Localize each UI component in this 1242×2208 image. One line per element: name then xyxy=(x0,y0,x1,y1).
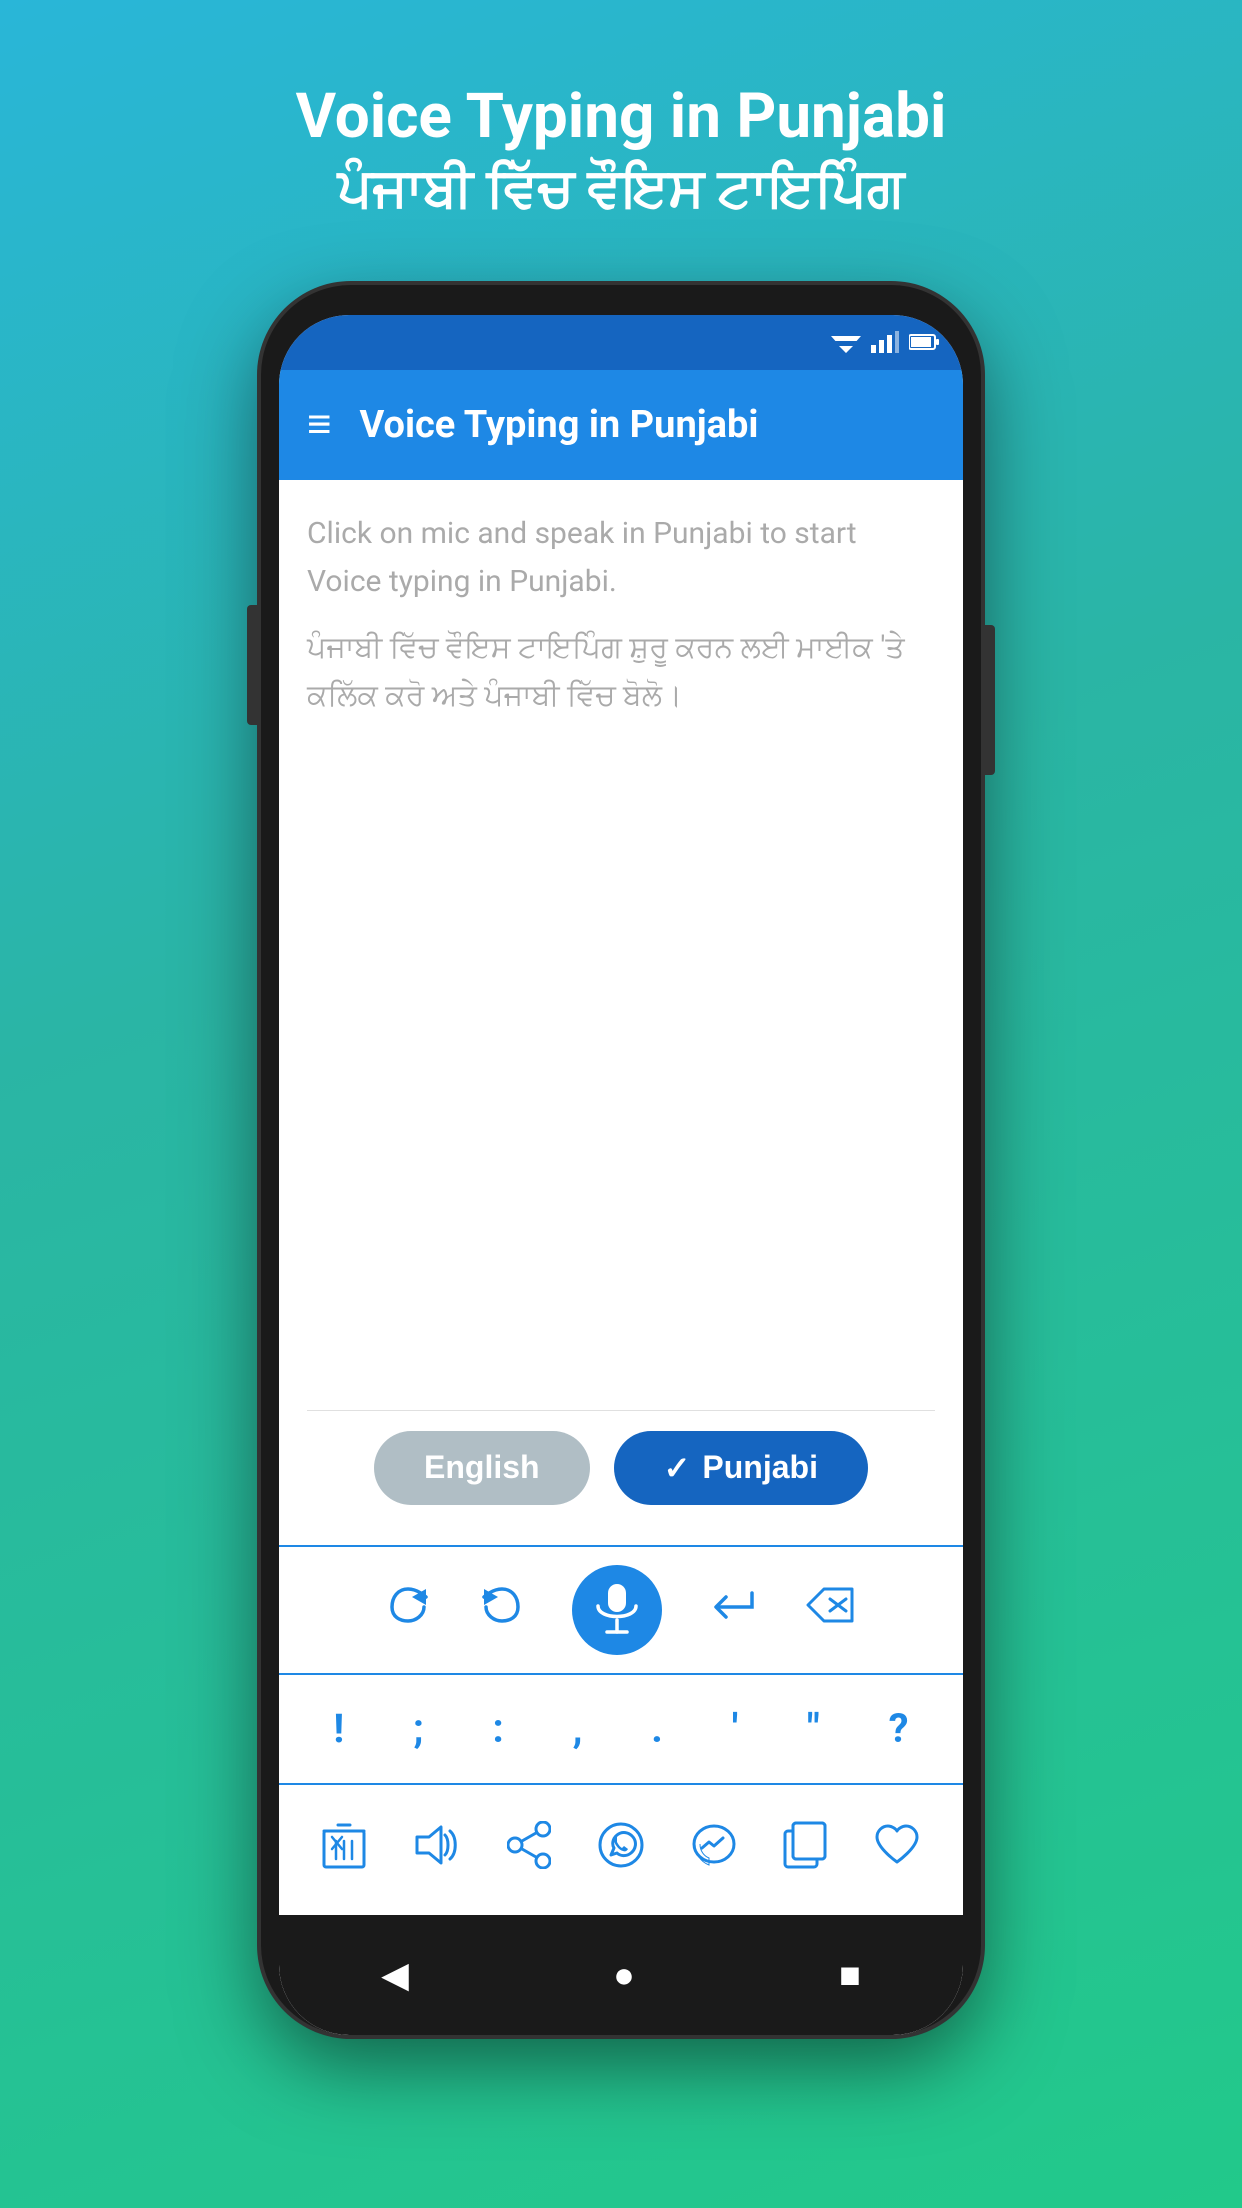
mic-icon xyxy=(594,1582,640,1638)
delete-button[interactable] xyxy=(312,1811,376,1889)
undo-icon xyxy=(480,1587,522,1623)
copy-button[interactable] xyxy=(773,1811,837,1889)
menu-icon[interactable]: ≡ xyxy=(307,404,332,446)
copy-icon xyxy=(783,1821,827,1869)
battery-icon xyxy=(909,333,939,351)
mic-row xyxy=(279,1545,963,1675)
whatsapp-button[interactable] xyxy=(588,1812,654,1888)
mic-button[interactable] xyxy=(572,1565,662,1655)
backspace-button[interactable] xyxy=(806,1587,854,1633)
placeholder-english: Click on mic and speak in Punjabi to sta… xyxy=(307,510,935,606)
return-icon xyxy=(712,1587,756,1623)
messenger-icon xyxy=(691,1822,737,1868)
recent-button[interactable]: ■ xyxy=(829,1944,871,2006)
punjabi-language-button[interactable]: ✓ Punjabi xyxy=(614,1431,868,1505)
redo-button[interactable] xyxy=(388,1587,430,1633)
home-button[interactable]: ● xyxy=(603,1944,645,2006)
messenger-button[interactable] xyxy=(681,1812,747,1888)
redo-icon xyxy=(388,1587,430,1623)
wifi-icon xyxy=(831,331,861,353)
punct-question[interactable]: ? xyxy=(879,1695,919,1762)
app-bar-title: Voice Typing in Punjabi xyxy=(360,403,759,447)
app-title-punjabi: ਪੰਜਾਬੀ ਵਿੱਚ ਵੌਇਸ ਟਾਇਪਿੰਗ xyxy=(296,154,947,224)
trash-icon xyxy=(322,1821,366,1869)
nav-bar: ◀ ● ■ xyxy=(279,1915,963,2035)
share-button[interactable] xyxy=(497,1811,561,1889)
language-buttons: English ✓ Punjabi xyxy=(307,1410,935,1525)
phone-shell: ≡ Voice Typing in Punjabi Click on mic a… xyxy=(261,285,981,2035)
back-button[interactable]: ◀ xyxy=(371,1944,419,2006)
backspace-icon xyxy=(806,1587,854,1623)
share-icon xyxy=(507,1821,551,1869)
heart-icon xyxy=(874,1824,920,1866)
punjabi-label: Punjabi xyxy=(702,1449,818,1486)
screen: ≡ Voice Typing in Punjabi Click on mic a… xyxy=(279,315,963,2035)
punct-apostrophe[interactable]: ' xyxy=(722,1695,748,1762)
undo-button[interactable] xyxy=(480,1587,522,1633)
speaker-button[interactable] xyxy=(403,1813,471,1887)
whatsapp-icon xyxy=(598,1822,644,1868)
action-row xyxy=(279,1785,963,1915)
favorite-button[interactable] xyxy=(864,1814,930,1886)
status-bar xyxy=(279,315,963,370)
punct-colon[interactable]: : xyxy=(482,1695,513,1762)
punctuation-row: ! ; : , . ' " ? xyxy=(279,1675,963,1785)
app-bar: ≡ Voice Typing in Punjabi xyxy=(279,370,963,480)
speaker-icon xyxy=(413,1823,461,1867)
punjabi-check-icon: ✓ xyxy=(664,1449,691,1487)
placeholder-punjabi: ਪੰਜਾਬੀ ਵਿੱਚ ਵੌਇਸ ਟਾਇਪਿੰਗ ਸ਼ੁਰੂ ਕਰਨ ਲਈ ਮਾ… xyxy=(307,624,935,720)
signal-icon xyxy=(871,331,899,353)
punct-exclamation[interactable]: ! xyxy=(323,1695,354,1762)
return-button[interactable] xyxy=(712,1587,756,1633)
text-area[interactable]: Click on mic and speak in Punjabi to sta… xyxy=(279,480,963,1545)
punct-semicolon[interactable]: ; xyxy=(403,1695,434,1762)
punct-comma[interactable]: , xyxy=(563,1695,593,1762)
app-title-english: Voice Typing in Punjabi xyxy=(296,80,947,154)
english-language-button[interactable]: English xyxy=(374,1431,590,1505)
punct-period[interactable]: . xyxy=(641,1695,673,1762)
punct-quote[interactable]: " xyxy=(797,1695,830,1762)
